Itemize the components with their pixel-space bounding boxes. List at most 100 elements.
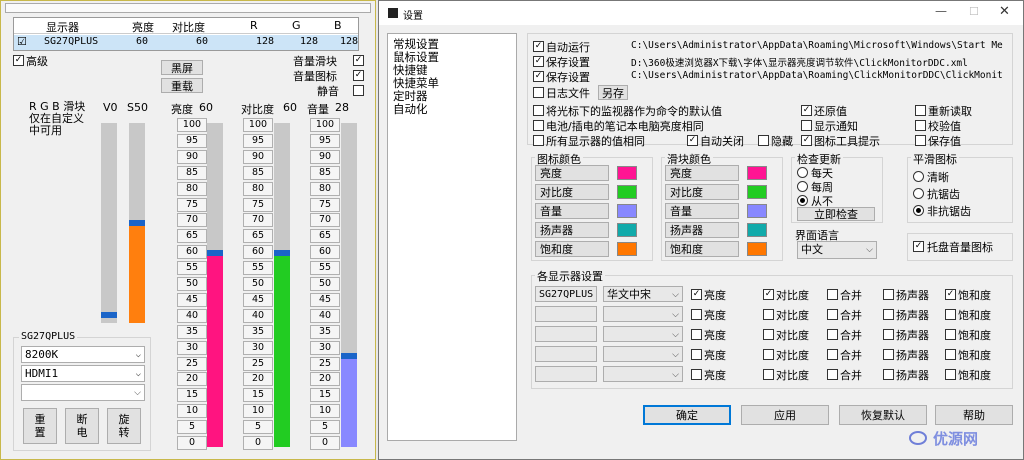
tick-label[interactable]: 5 (243, 420, 273, 435)
tick-label[interactable]: 25 (177, 356, 207, 371)
tray-tooltip-checkbox[interactable]: ✓ (801, 135, 812, 146)
maximize-icon[interactable]: ☐ (969, 5, 979, 18)
s50-slider[interactable] (129, 123, 145, 323)
tick-label[interactable]: 80 (243, 181, 273, 196)
check-now-button[interactable]: 立即检查 (797, 207, 875, 221)
monitor-option-checkbox[interactable] (883, 349, 894, 360)
tick-label[interactable]: 90 (177, 149, 207, 164)
monitor-font-select[interactable]: ⌵ (603, 366, 683, 382)
slider-color-button[interactable]: 饱和度 (665, 241, 739, 257)
monitor-option-checkbox[interactable] (945, 329, 956, 340)
table-row[interactable]: ☑ SG27QPLUS 60 60 128 128 128 (14, 35, 358, 50)
monitor-font-select[interactable]: ⌵ (603, 306, 683, 322)
monitor-name-field[interactable] (535, 366, 597, 382)
slider-color-button[interactable]: 扬声器 (665, 222, 739, 238)
restore-defaults-button[interactable]: 恢复默认 (839, 405, 927, 425)
tick-label[interactable]: 45 (310, 292, 340, 307)
close-icon[interactable]: ✕ (999, 4, 1010, 19)
tick-label[interactable]: 60 (177, 245, 207, 260)
col-header-g[interactable]: G (292, 19, 301, 32)
tick-label[interactable]: 40 (177, 308, 207, 323)
monitor-option-checkbox[interactable]: ✓ (945, 289, 956, 300)
update-never-radio[interactable] (797, 195, 808, 206)
hide-checkbox[interactable] (758, 135, 769, 146)
icon-color-button[interactable]: 音量 (535, 203, 609, 219)
power-off-button[interactable]: 断 电 (65, 408, 99, 444)
smooth-aa-radio[interactable] (913, 188, 924, 199)
tick-label[interactable]: 15 (310, 388, 340, 403)
reset-button[interactable]: 重 置 (23, 408, 57, 444)
monitor-option-checkbox[interactable] (827, 329, 838, 340)
tick-label[interactable]: 75 (243, 197, 273, 212)
monitor-option-checkbox[interactable] (827, 349, 838, 360)
save-settings-2-checkbox[interactable]: ✓ (533, 71, 544, 82)
icon-color-swatch[interactable] (617, 223, 637, 237)
monitor-name-field[interactable] (535, 306, 597, 322)
show-notify-checkbox[interactable] (801, 120, 812, 131)
tick-label[interactable]: 50 (177, 277, 207, 291)
tick-label[interactable]: 65 (310, 229, 340, 244)
default-monitor-checkbox[interactable] (533, 105, 544, 116)
autorun-checkbox[interactable]: ✓ (533, 41, 544, 52)
tick-label[interactable]: 20 (177, 372, 207, 387)
monitor-option-checkbox[interactable] (827, 369, 838, 380)
tick-label[interactable]: 85 (243, 165, 273, 180)
slider-color-button[interactable]: 对比度 (665, 184, 739, 200)
tick-label[interactable]: 65 (177, 229, 207, 244)
col-header-b[interactable]: B (334, 19, 342, 32)
tick-label[interactable]: 70 (310, 213, 340, 228)
monitor-font-select[interactable]: 华文中宋 ⌵ (603, 286, 683, 302)
tick-label[interactable]: 55 (310, 261, 340, 276)
monitor-option-checkbox[interactable] (691, 329, 702, 340)
v0-slider[interactable] (101, 123, 117, 323)
tick-label[interactable]: 95 (310, 133, 340, 148)
tick-label[interactable]: 75 (310, 197, 340, 212)
tick-label[interactable]: 60 (310, 245, 340, 260)
tick-label[interactable]: 40 (243, 308, 273, 323)
monitor-option-checkbox[interactable] (763, 309, 774, 320)
rotate-button[interactable]: 旋 转 (107, 408, 141, 444)
monitor-option-checkbox[interactable] (883, 329, 894, 340)
monitor-option-checkbox[interactable] (691, 309, 702, 320)
extra-select[interactable]: ⌵ (21, 384, 145, 401)
tick-label[interactable]: 35 (310, 324, 340, 339)
contrast-thumb[interactable] (274, 249, 290, 256)
monitor-option-checkbox[interactable]: ✓ (763, 289, 774, 300)
monitor-option-checkbox[interactable] (883, 369, 894, 380)
monitor-option-checkbox[interactable] (883, 289, 894, 300)
col-header-contrast[interactable]: 对比度 (172, 19, 205, 35)
monitor-option-checkbox[interactable] (945, 349, 956, 360)
slider-color-button[interactable]: 亮度 (665, 165, 739, 181)
tick-label[interactable]: 25 (310, 356, 340, 371)
tick-label[interactable]: 100 (243, 118, 273, 132)
tick-label[interactable]: 95 (243, 133, 273, 148)
brightness-thumb[interactable] (207, 249, 223, 256)
tick-label[interactable]: 0 (177, 436, 207, 450)
monitor-name-field[interactable]: SG27QPLUS (535, 286, 597, 302)
monitor-option-checkbox[interactable] (883, 309, 894, 320)
save-as-button[interactable]: 另存 (598, 85, 628, 100)
col-header-r[interactable]: R (250, 19, 258, 32)
verify-checkbox[interactable] (915, 120, 926, 131)
monitor-option-checkbox[interactable]: ✓ (691, 289, 702, 300)
tick-label[interactable]: 5 (177, 420, 207, 435)
mute-checkbox[interactable] (353, 85, 364, 96)
tick-label[interactable]: 90 (310, 149, 340, 164)
tick-label[interactable]: 50 (243, 277, 273, 291)
input-select[interactable]: HDMI1 ⌵ (21, 365, 145, 382)
smooth-clear-radio[interactable] (913, 171, 924, 182)
language-select[interactable]: 中文 ⌵ (797, 241, 877, 259)
monitor-option-checkbox[interactable] (945, 369, 956, 380)
icon-color-swatch[interactable] (617, 185, 637, 199)
icon-color-button[interactable]: 饱和度 (535, 241, 609, 257)
tick-label[interactable]: 10 (177, 404, 207, 419)
black-screen-button[interactable]: 黑屏 (161, 60, 203, 75)
nav-automation[interactable]: 自动化 (393, 101, 428, 117)
tick-label[interactable]: 80 (177, 181, 207, 196)
minimize-icon[interactable]: — (935, 4, 947, 18)
update-daily-radio[interactable] (797, 167, 808, 178)
tick-label[interactable]: 45 (243, 292, 273, 307)
tick-label[interactable]: 65 (243, 229, 273, 244)
monitor-option-checkbox[interactable] (827, 289, 838, 300)
reread-checkbox[interactable] (915, 105, 926, 116)
